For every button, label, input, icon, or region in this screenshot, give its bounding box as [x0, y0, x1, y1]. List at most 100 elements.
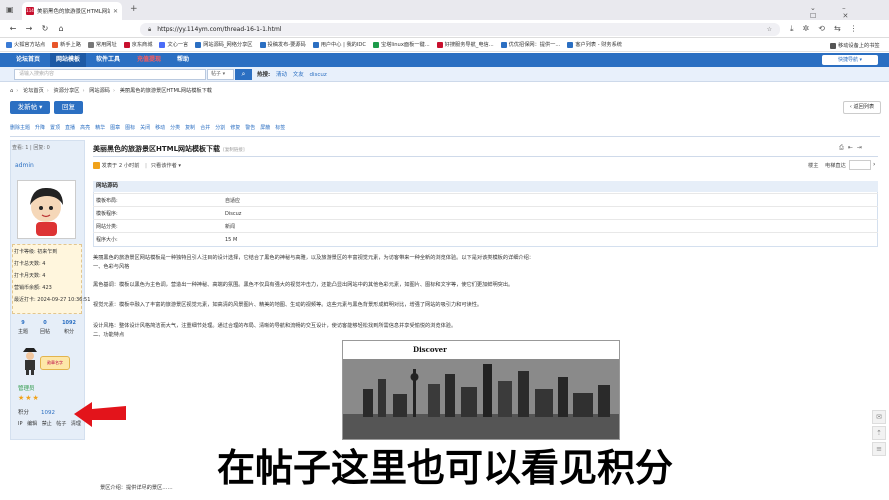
mod-action[interactable]: 关闭	[140, 124, 150, 134]
list-icon[interactable]: ≡	[872, 442, 886, 456]
mod-action[interactable]: 分割	[215, 124, 225, 134]
back-to-top-icon[interactable]: ⇡	[872, 426, 886, 440]
mod-action[interactable]: 精华	[95, 124, 105, 134]
search-input[interactable]: 请输入搜索内容	[14, 69, 206, 80]
search-type-select[interactable]: 帖子 ▾	[207, 69, 234, 80]
tab-list-icon[interactable]: ▣	[6, 5, 14, 14]
bookmark-item[interactable]: 新手上路	[52, 41, 81, 48]
bookmark-item[interactable]: 用户中心 | 我的IDC	[312, 41, 366, 48]
nav-templates[interactable]: 网站模板	[50, 53, 87, 67]
home-icon[interactable]: ⌂	[56, 24, 66, 33]
mod-action[interactable]: 屏蔽	[260, 124, 270, 134]
hot-search-item[interactable]: 文友	[293, 72, 304, 78]
stat-credits[interactable]: 1092 积分	[62, 320, 76, 335]
new-tab-icon[interactable]: +	[130, 4, 138, 14]
mod-action[interactable]: 高亮	[80, 124, 90, 134]
reload-icon[interactable]: ↻	[40, 24, 50, 33]
reply-button[interactable]: 回复	[54, 101, 83, 114]
table-row: 网站分类: 新闻	[93, 219, 878, 233]
site-favicon-icon: 114	[26, 7, 34, 15]
only-author-link[interactable]: 只看该作者	[151, 163, 177, 169]
mod-action[interactable]: 分类	[170, 124, 180, 134]
nav-forum-home[interactable]: 论坛首页	[10, 53, 46, 67]
copy-link[interactable]: [复制链接]	[223, 148, 245, 153]
bookmark-item[interactable]: 网站源码_网络分享区	[195, 41, 253, 48]
author-name[interactable]: admin	[15, 162, 34, 169]
author-stats: 9 主题 0 回帖 1092 积分	[12, 320, 82, 335]
divider	[10, 136, 880, 137]
browser-tab[interactable]: 114 美丽黑色的旅游景区HTML网站... ✕	[22, 2, 122, 20]
video-caption: 在帖子这里也可以看见积分	[216, 446, 673, 490]
breadcrumb: ⌂ › 论坛首页 › 资源分享区 › 网站源码 › 美丽黑色的旅游景区HTML网站模板下…	[10, 88, 212, 94]
forward-icon[interactable]: →	[24, 24, 34, 33]
floor-jump-input[interactable]	[849, 160, 871, 170]
comment-icon[interactable]: ✉	[872, 410, 886, 424]
user-figure-icon	[19, 346, 41, 376]
home-icon[interactable]: ⌂	[10, 88, 13, 94]
stat-threads[interactable]: 9 主题	[18, 320, 28, 335]
mod-action[interactable]: 直播	[65, 124, 75, 134]
nav-software[interactable]: 软件工具	[90, 53, 126, 67]
info-row: 打卡总天数: 4	[14, 261, 46, 267]
post-paragraph: 视觉元素：模板中融入了丰富的旅游景区视觉元素，如高清的风景图片、精美的地图、生动…	[93, 302, 483, 308]
nav-help[interactable]: 帮助	[171, 53, 195, 67]
hot-search-item[interactable]: 清动	[276, 72, 287, 78]
post-paragraph: 黑色基调：模板以黑色为主色调，营造出一种神秘、高端的氛围。黑色不仅具有强大的视觉…	[93, 282, 514, 288]
mod-action[interactable]: 删除主题	[10, 124, 30, 134]
mod-action[interactable]: 移动	[155, 124, 165, 134]
bookmark-item[interactable]: 文心一言	[159, 41, 188, 48]
hot-search-item[interactable]: discuz	[309, 72, 326, 78]
info-row: 营销币余额: 423	[14, 285, 52, 291]
toolbar-icons[interactable]: ⤓✲⟲⇆⋮	[790, 24, 867, 34]
mod-action[interactable]: 修复	[230, 124, 240, 134]
red-arrow-icon	[72, 400, 128, 430]
bookmark-item[interactable]: 优优招保网：提供一...	[500, 41, 560, 48]
author-action[interactable]: IP	[18, 421, 23, 427]
mod-action[interactable]: 合并	[200, 124, 210, 134]
info-row: 最近打卡: 2024-09-27 10:36:51	[14, 297, 91, 303]
mod-action[interactable]: 复制	[185, 124, 195, 134]
bookmarks-bar: 火狐官方站点 新手上路 常用网址 京东商城 文心一言 网站源码_网络分享区 投稿…	[0, 38, 889, 52]
post-paragraph: 二、功能特点	[93, 332, 125, 338]
mod-action[interactable]: 升降	[35, 124, 45, 134]
user-group[interactable]: 管理员	[18, 384, 35, 392]
nav-recharge[interactable]: 充值提现	[131, 53, 167, 67]
bookmark-item[interactable]: 客户列表 - 财务系统	[567, 41, 622, 48]
back-icon[interactable]: ←	[8, 24, 18, 33]
back-list-button[interactable]: ‹ 返回列表	[843, 101, 881, 114]
mod-action[interactable]: 警告	[245, 124, 255, 134]
bookmark-star-icon[interactable]: ☆	[767, 26, 772, 33]
author-action[interactable]: 禁止	[42, 421, 52, 427]
close-tab-icon[interactable]: ✕	[113, 8, 118, 15]
post-paragraph: 设计风格：整体设计风格简洁而大气，注重细节处理。通过合理的布局、清晰的导航和流畅…	[93, 323, 457, 329]
author-action[interactable]: 帖子	[56, 421, 66, 427]
bookmark-item[interactable]: 京东商城	[123, 41, 152, 48]
mod-action[interactable]: 置顶	[50, 124, 60, 134]
mobile-bookmarks[interactable]: 移动设备上的书签	[830, 42, 880, 49]
new-post-button[interactable]: 发新帖 ▾	[10, 101, 50, 114]
stat-replies[interactable]: 0 回帖	[40, 320, 50, 335]
url-text: https://yy.114ym.com/thread-16-1-1.html	[157, 26, 282, 33]
breadcrumb-item[interactable]: 美丽黑色的旅游景区HTML网站模板下载	[120, 88, 212, 94]
search-icon[interactable]: ⌕	[235, 69, 252, 80]
mod-action[interactable]: 图章	[110, 124, 120, 134]
breadcrumb-item[interactable]: 论坛首页	[23, 88, 44, 94]
quick-nav-button[interactable]: 快捷导航 ▾	[822, 55, 878, 65]
breadcrumb-item[interactable]: 资源分享区	[54, 88, 80, 94]
bookmark-item[interactable]: 好搜服务导航_电信...	[436, 41, 494, 48]
view-reply-count: 查看: 1 | 回复: 0	[12, 145, 50, 151]
bookmark-item[interactable]: 投稿发布-要源码	[259, 41, 306, 48]
bookmark-item[interactable]: 火狐官方站点	[6, 41, 45, 48]
post-tool-icons[interactable]: ⎙⇤⇥	[839, 144, 866, 152]
avatar[interactable]	[17, 180, 76, 239]
url-input[interactable]: 🔒︎ https://yy.114ym.com/thread-16-1-1.ht…	[140, 23, 780, 36]
mod-action[interactable]: 标签	[275, 124, 285, 134]
author-action[interactable]: 编辑	[27, 421, 37, 427]
bookmark-item[interactable]: 常用网址	[87, 41, 117, 48]
tab-title: 美丽黑色的旅游景区HTML网站...	[37, 9, 110, 15]
go-arrow-icon[interactable]: ›	[873, 161, 875, 168]
bookmark-item[interactable]: 宝塔linux面板一键...	[373, 41, 430, 48]
mod-action[interactable]: 图标	[125, 124, 135, 134]
breadcrumb-item[interactable]: 网站源码	[89, 88, 110, 94]
window-controls[interactable]: ⌄ – ☐ ✕	[810, 4, 889, 20]
